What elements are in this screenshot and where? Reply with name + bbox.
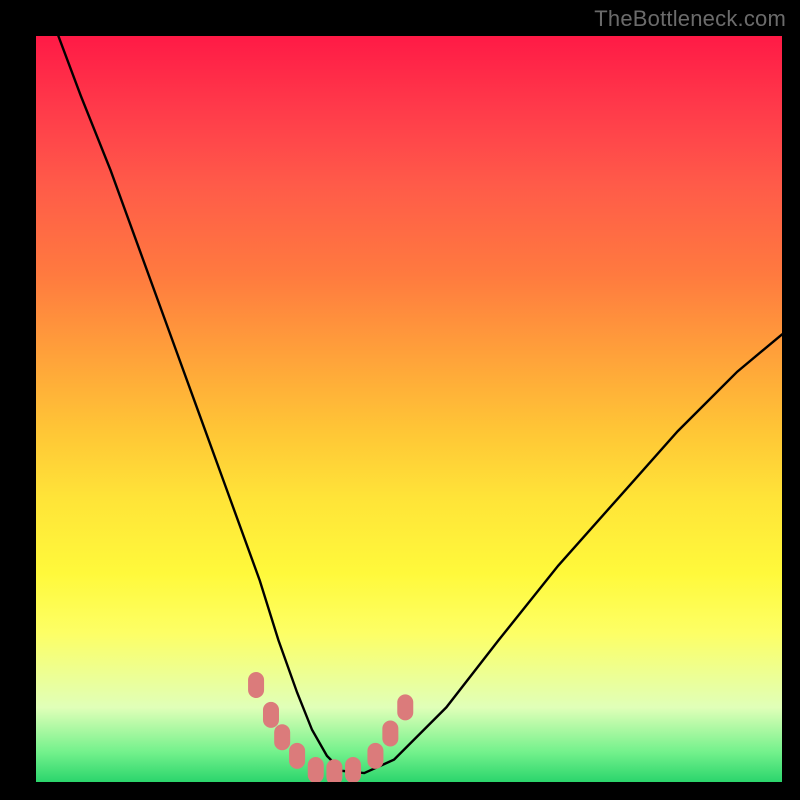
highlight-dot: [345, 757, 361, 782]
highlight-dot: [367, 743, 383, 769]
highlight-dot: [248, 672, 264, 698]
highlight-dots-group: [248, 672, 413, 782]
bottleneck-curve: [58, 36, 782, 773]
watermark-text: TheBottleneck.com: [594, 6, 786, 32]
highlight-dot: [263, 702, 279, 728]
plot-area: [36, 36, 782, 782]
chart-svg: [36, 36, 782, 782]
highlight-dot: [397, 694, 413, 720]
highlight-dot: [274, 724, 290, 750]
highlight-dot: [308, 757, 324, 782]
highlight-dot: [289, 743, 305, 769]
chart-frame: TheBottleneck.com: [0, 0, 800, 800]
highlight-dot: [326, 759, 342, 782]
highlight-dot: [382, 721, 398, 747]
